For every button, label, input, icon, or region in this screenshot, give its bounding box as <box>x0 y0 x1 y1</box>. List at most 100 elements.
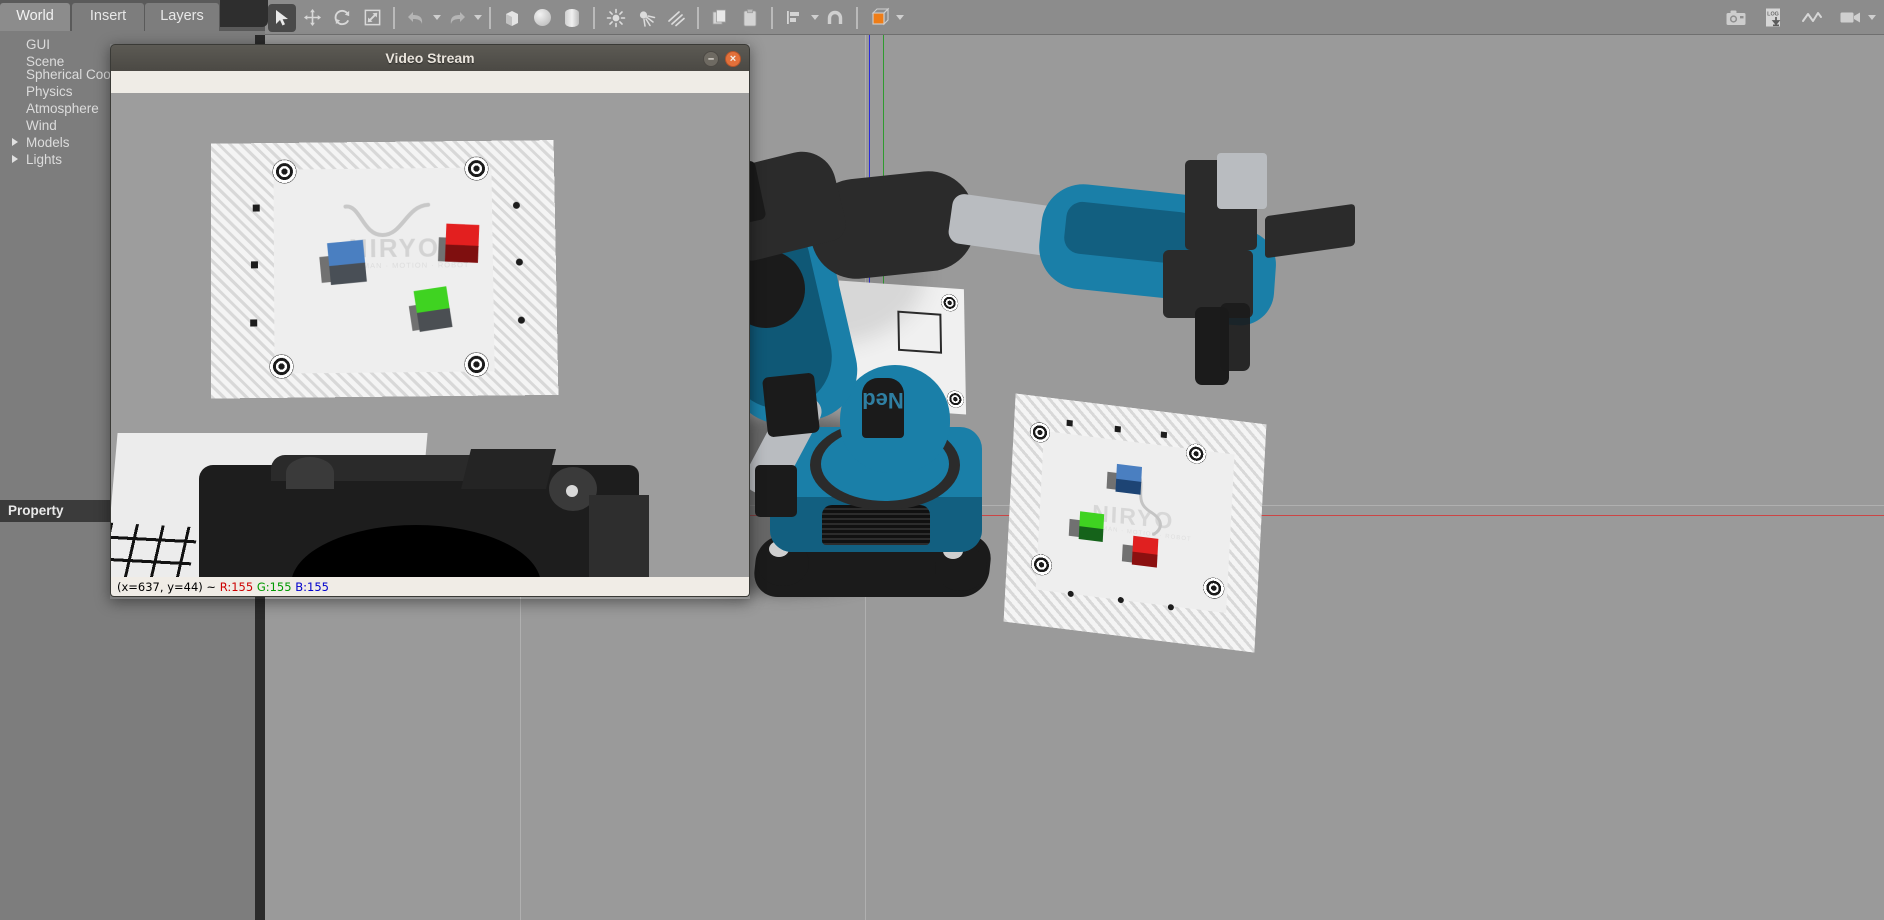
video-stream-canvas[interactable]: NIRYO HUMAN · MOTION · ROBOT <box>110 93 750 577</box>
camera-workspace-board: NIRYO HUMAN · MOTION · ROBOT <box>210 140 559 399</box>
calibration-dot <box>250 261 258 269</box>
close-button[interactable]: × <box>725 51 741 67</box>
gazebo-window: NIRYO HUMAN · MOTION · ROBOT Ned World I… <box>0 0 1884 920</box>
main-toolbar: LOG <box>220 0 1884 35</box>
toolbar-separator <box>697 6 699 29</box>
chevron-right-icon[interactable] <box>12 155 18 163</box>
toolbar-separator <box>489 6 491 29</box>
translate-mode-button[interactable] <box>298 4 326 32</box>
robot-base-vent <box>822 505 930 545</box>
record-video-button[interactable] <box>1836 4 1864 32</box>
pixel-green-value: G:155 <box>256 580 292 594</box>
fiducial-marker <box>946 390 964 409</box>
tree-item-label: Wind <box>26 118 57 133</box>
robot-rear-motor <box>762 372 820 438</box>
workspace-right[interactable]: NIRYO HUMAN · MOTION · ROBOT <box>1003 393 1267 653</box>
red-cube[interactable] <box>1121 535 1159 568</box>
pixel-red-value: R:155 <box>219 580 254 594</box>
cube-front-face <box>444 244 479 263</box>
video-stream-titlebar[interactable]: Video Stream – × <box>110 44 750 71</box>
robot-brand-text: Ned <box>862 388 904 413</box>
camera-robot-side-block <box>589 495 649 577</box>
view-mode-button[interactable] <box>865 4 893 32</box>
tree-item-label: Models <box>26 135 70 150</box>
video-stream-toolbar <box>110 71 750 93</box>
align-dropdown[interactable] <box>811 15 819 20</box>
video-stream-statusbar: (x=637, y=44) ~ R:155 G:155 B:155 <box>110 577 750 597</box>
camera-robot-screw <box>566 485 578 497</box>
calibration-dot <box>517 316 525 324</box>
calibration-dot <box>250 319 258 327</box>
undo-button[interactable] <box>402 4 430 32</box>
green-cube[interactable] <box>1068 511 1105 542</box>
fiducial-marker <box>464 352 489 377</box>
tree-item-label: Atmosphere <box>26 101 99 116</box>
tree-item-label: GUI <box>26 37 51 52</box>
paste-button[interactable] <box>736 4 764 32</box>
screenshot-button[interactable] <box>1722 4 1750 32</box>
tree-item-label: Physics <box>26 84 73 99</box>
calibration-dot <box>252 204 260 212</box>
pixel-blue-value: B:155 <box>295 580 329 594</box>
snap-button[interactable] <box>821 4 849 32</box>
tab-layers[interactable]: Layers <box>145 3 219 31</box>
camera-robot-knob <box>286 457 334 489</box>
cube-front-face <box>329 262 367 286</box>
calibration-dot <box>515 258 523 266</box>
record-video-dropdown[interactable] <box>1868 15 1876 20</box>
robot-rear-motor <box>755 465 797 517</box>
redo-button[interactable] <box>443 4 471 32</box>
fiducial-marker <box>269 354 294 379</box>
video-stream-title: Video Stream <box>385 50 475 66</box>
tree-item-label: Lights <box>26 152 63 167</box>
toolbar-right-group: LOG <box>1722 0 1876 35</box>
robot-gripper-finger <box>1220 303 1250 371</box>
select-mode-button[interactable] <box>268 3 296 32</box>
insert-sphere-button[interactable] <box>528 4 556 32</box>
view-mode-dropdown[interactable] <box>896 15 904 20</box>
insert-box-button[interactable] <box>498 4 526 32</box>
insert-point-light-button[interactable] <box>602 4 630 32</box>
calibration-dot <box>1160 431 1168 439</box>
scale-mode-button[interactable] <box>358 4 386 32</box>
board-inner-area <box>273 167 495 374</box>
calibration-dot <box>1066 419 1073 427</box>
fiducial-marker <box>464 156 489 181</box>
pixel-coords-text: (x=637, y=44) ~ <box>117 580 220 594</box>
plot-button[interactable] <box>1798 4 1826 32</box>
green-cube <box>408 286 453 332</box>
camera-robot-closeup <box>111 433 749 577</box>
sphere-icon <box>533 9 551 26</box>
chevron-right-icon[interactable] <box>12 138 18 146</box>
toolbar-left-group <box>260 0 904 35</box>
red-cube <box>437 223 480 263</box>
robot-camera-module <box>1217 153 1267 209</box>
toolbar-separator <box>856 6 858 29</box>
toolbar-separator <box>771 6 773 29</box>
undo-history-dropdown[interactable] <box>433 15 441 20</box>
align-button[interactable] <box>780 4 808 32</box>
insert-directional-light-button[interactable] <box>662 4 690 32</box>
fiducial-marker <box>272 159 297 184</box>
save-log-button[interactable]: LOG <box>1760 4 1788 32</box>
calibration-dot <box>1114 425 1121 433</box>
tab-insert[interactable]: Insert <box>72 3 144 31</box>
copy-button[interactable] <box>706 4 734 32</box>
camera-grid-pattern <box>111 522 200 577</box>
calibration-dot <box>512 201 520 209</box>
fiducial-marker <box>941 293 959 312</box>
redo-history-dropdown[interactable] <box>474 15 482 20</box>
video-stream-window[interactable]: Video Stream – × NIRYO HUMAN · MOTION · … <box>110 44 750 599</box>
cylinder-icon <box>565 8 579 27</box>
minimize-button[interactable]: – <box>703 51 719 67</box>
tab-world[interactable]: World <box>0 3 70 31</box>
rotate-mode-button[interactable] <box>328 4 356 32</box>
toolbar-separator <box>393 6 395 29</box>
blue-cube[interactable] <box>1106 463 1143 495</box>
toolbar-separator <box>593 6 595 29</box>
svg-text:LOG: LOG <box>1767 12 1779 18</box>
insert-spot-light-button[interactable] <box>632 4 660 32</box>
insert-cylinder-button[interactable] <box>558 4 586 32</box>
camera-robot-block <box>461 449 556 489</box>
blue-cube <box>319 239 367 286</box>
